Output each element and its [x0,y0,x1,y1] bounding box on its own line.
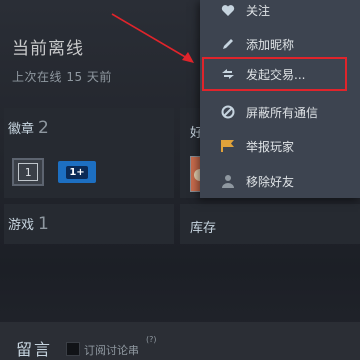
annotation-arrow [111,13,194,63]
